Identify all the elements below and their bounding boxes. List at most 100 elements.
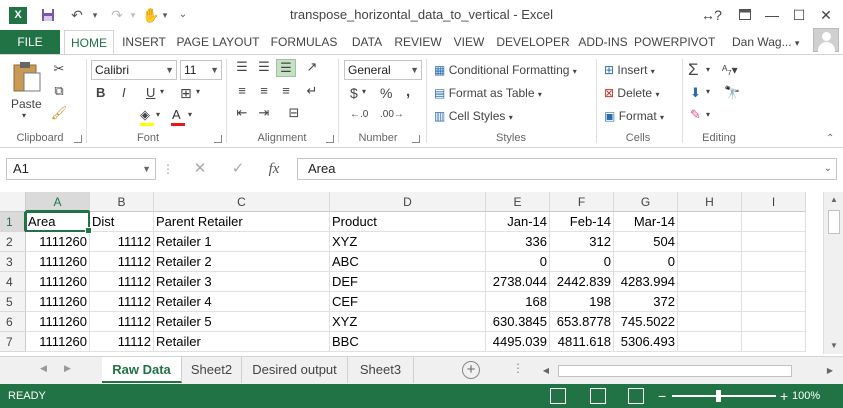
cell-g4[interactable]: 4283.994 [614,272,678,292]
cell-a4[interactable]: 1111260 [26,272,90,292]
horizontal-scrollbar[interactable]: ◀ ▶ [538,363,838,379]
borders-button[interactable]: ⊞ [180,85,192,102]
number-format-combo[interactable]: General ▼ [344,60,422,80]
fill-color-dropdown[interactable]: ▾ [156,110,160,119]
underline-button[interactable]: U [146,85,155,100]
cell-g2[interactable]: 504 [614,232,678,252]
cell-a7[interactable]: 1111260 [26,332,90,352]
sheet-tab-desired-output[interactable]: Desired output [242,357,348,383]
cell-e1[interactable]: Jan-14 [486,212,550,232]
tab-formulas[interactable]: FORMULAS [266,30,342,54]
sheet-tab-sheet3[interactable]: Sheet3 [348,357,414,383]
sheet-tab-sheet2[interactable]: Sheet2 [182,357,242,383]
insert-cells-button[interactable]: ⊞ Insert ▾ [604,63,655,77]
cell-e6[interactable]: 630.3845 [486,312,550,332]
name-box[interactable]: A1 ▼ [6,158,156,180]
cell-c7[interactable]: Retailer [154,332,330,352]
percent-button[interactable]: % [380,85,392,101]
underline-dropdown[interactable]: ▾ [160,87,164,96]
zoom-slider-track[interactable] [672,395,776,397]
column-header-i[interactable]: I [742,192,806,212]
align-middle-button[interactable]: ☰ [254,59,274,75]
cell-h7[interactable] [678,332,742,352]
cell-c4[interactable]: Retailer 3 [154,272,330,292]
align-right-button[interactable]: ≡ [276,83,296,98]
sort-filter-button[interactable]: ᴬ₇▾ [722,63,738,77]
cell-c5[interactable]: Retailer 4 [154,292,330,312]
cell-h2[interactable] [678,232,742,252]
tab-file[interactable]: FILE [0,30,60,54]
format-painter-button[interactable]: 🖌 [50,105,68,121]
cell-e4[interactable]: 2738.044 [486,272,550,292]
autosum-dropdown[interactable]: ▾ [706,65,710,74]
vertical-scroll-thumb[interactable] [828,210,840,234]
column-header-f[interactable]: F [550,192,614,212]
cell-f7[interactable]: 4811.618 [550,332,614,352]
cell-f6[interactable]: 653.8778 [550,312,614,332]
scroll-left-icon[interactable]: ◀ [538,363,554,379]
cell-b3[interactable]: 11112 [90,252,154,272]
find-select-button[interactable]: 🔭 [724,85,740,101]
cell-h3[interactable] [678,252,742,272]
insert-function-button[interactable]: fx [258,158,290,180]
add-sheet-button[interactable]: + [462,361,480,379]
cell-d6[interactable]: XYZ [330,312,486,332]
cancel-entry-button[interactable]: ✕ [186,158,214,180]
cell-d7[interactable]: BBC [330,332,486,352]
align-left-button[interactable]: ≡ [232,83,252,98]
row-header-5[interactable]: 5 [0,292,26,312]
fill-button[interactable]: ⬇ [690,85,701,101]
formula-input[interactable]: Area ⌄ [297,158,837,180]
user-account[interactable]: Dan Wag... ▾ [732,30,799,54]
cell-c3[interactable]: Retailer 2 [154,252,330,272]
cell-h6[interactable] [678,312,742,332]
cell-c1[interactable]: Parent Retailer [154,212,330,232]
number-launcher[interactable] [412,135,420,143]
cell-i1[interactable] [742,212,806,232]
help-button-visible[interactable]: ? [706,4,730,26]
font-color-button[interactable]: A [171,107,185,126]
select-all-corner[interactable] [0,192,26,212]
comma-button[interactable]: , [406,83,410,100]
cell-f1[interactable]: Feb-14 [550,212,614,232]
cell-a1[interactable]: Area [26,212,90,232]
tab-insert[interactable]: INSERT [118,30,170,54]
sheet-prev-icon[interactable]: ◀ [40,363,47,374]
row-header-1[interactable]: 1 [0,212,26,232]
cell-i2[interactable] [742,232,806,252]
cell-g1[interactable]: Mar-14 [614,212,678,232]
cell-i4[interactable] [742,272,806,292]
page-break-view-button[interactable] [628,388,644,404]
bold-button[interactable]: B [96,85,105,100]
cut-button[interactable]: ✂ [50,61,68,77]
alignment-launcher[interactable] [326,135,334,143]
tab-add-ins[interactable]: ADD-INS [576,30,630,54]
cell-b5[interactable]: 11112 [90,292,154,312]
cell-d1[interactable]: Product [330,212,486,232]
tab-powerpivot[interactable]: POWERPIVOT [634,30,715,54]
cell-g3[interactable]: 0 [614,252,678,272]
cell-g7[interactable]: 5306.493 [614,332,678,352]
tab-split-grip-icon[interactable]: ⋮ [512,361,524,375]
column-header-c[interactable]: C [154,192,330,212]
format-cells-button[interactable]: ▣ Format ▾ [604,109,664,123]
scroll-down-icon[interactable]: ▼ [824,338,843,354]
expand-formula-icon[interactable]: ⌄ [824,159,832,179]
font-launcher[interactable] [214,135,222,143]
cell-f4[interactable]: 2442.839 [550,272,614,292]
cell-a3[interactable]: 1111260 [26,252,90,272]
conditional-formatting-button[interactable]: ▦ Conditional Formatting ▾ [434,63,577,77]
cell-i5[interactable] [742,292,806,312]
currency-button[interactable]: $ [350,85,358,101]
cell-h1[interactable] [678,212,742,232]
row-header-7[interactable]: 7 [0,332,26,352]
font-name-combo[interactable]: Calibri ▼ [91,60,177,80]
cell-g6[interactable]: 745.5022 [614,312,678,332]
cell-b2[interactable]: 11112 [90,232,154,252]
font-size-combo[interactable]: 11 ▼ [180,60,222,80]
cell-i6[interactable] [742,312,806,332]
zoom-slider-thumb[interactable] [716,390,721,402]
maximize-button[interactable]: ☐ [787,4,811,26]
cell-a2[interactable]: 1111260 [26,232,90,252]
cell-b7[interactable]: 11112 [90,332,154,352]
